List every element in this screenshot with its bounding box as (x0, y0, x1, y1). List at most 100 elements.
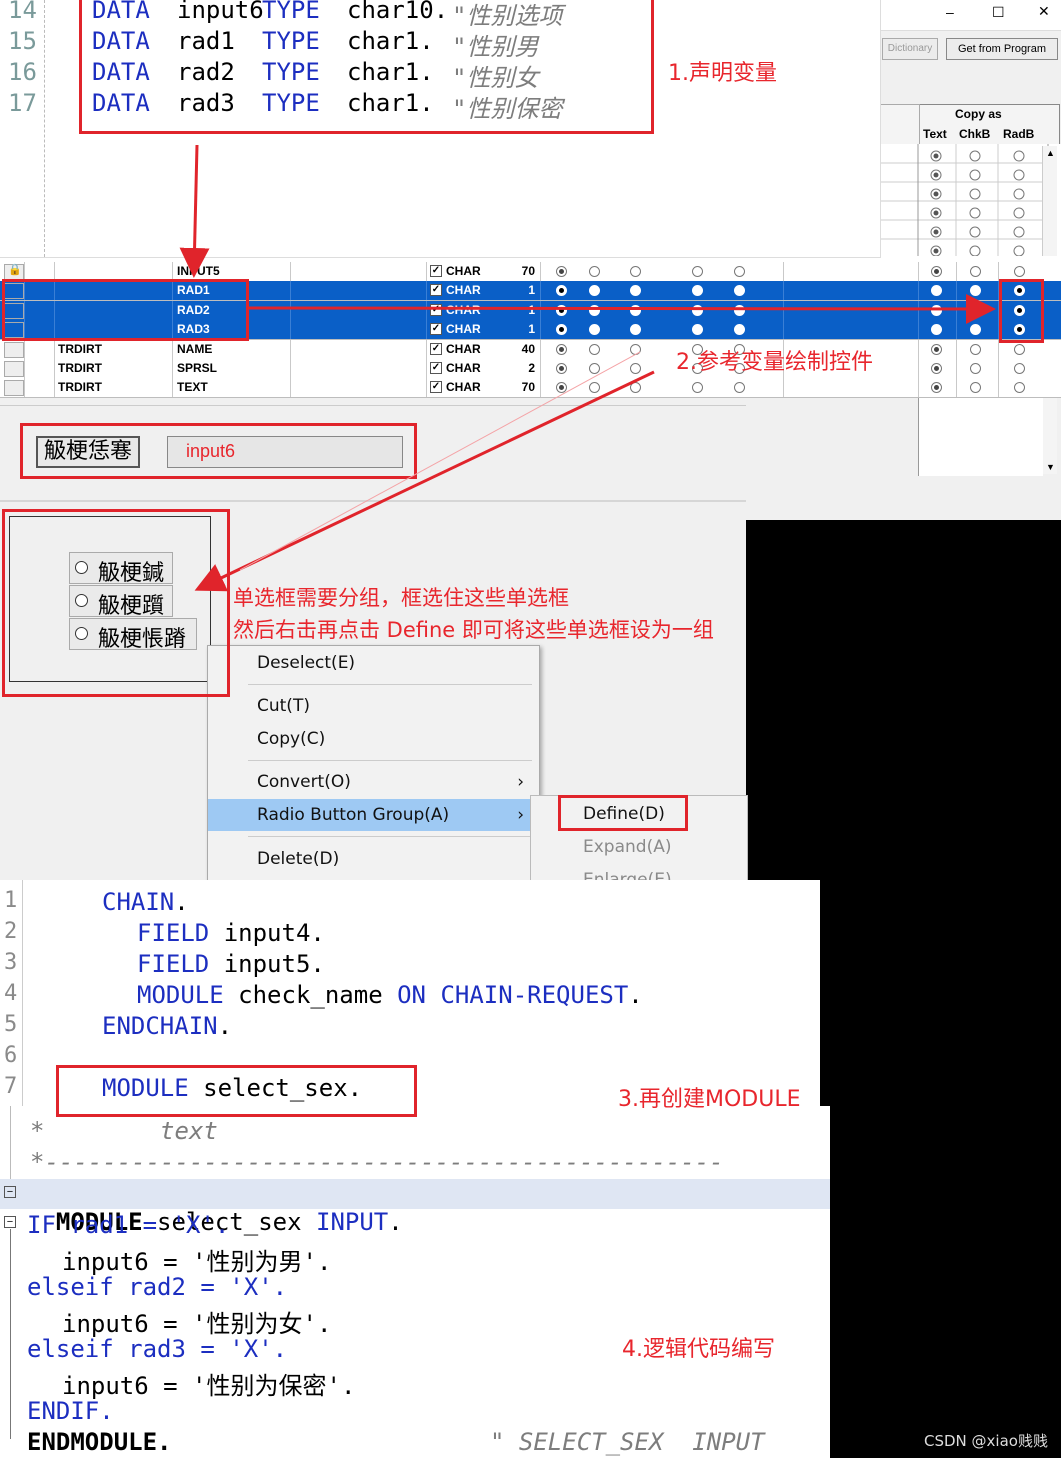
copy-as-radio-icon[interactable] (970, 382, 981, 394)
radio-icon[interactable] (589, 304, 600, 316)
menu-delete[interactable]: Delete(D) (208, 843, 538, 875)
column-divider (783, 281, 784, 301)
menu-copy[interactable]: Copy(C) (208, 723, 538, 755)
maximize-button[interactable]: ☐ (992, 4, 1005, 21)
close-button[interactable]: ✕ (1038, 3, 1050, 20)
radio-icon[interactable] (734, 304, 745, 316)
copy-as-radio-icon[interactable] (931, 382, 942, 394)
radio-icon[interactable] (630, 285, 641, 297)
menu-convert-label: Convert(O) (257, 772, 351, 792)
scroll-down-icon[interactable]: ▼ (1046, 462, 1055, 472)
checkbox-icon[interactable]: ✓ (430, 265, 442, 277)
copy-as-radio-icon[interactable] (931, 343, 942, 355)
grid-row[interactable]: TRDIRT NAME ✓ CHAR 40 (0, 339, 1061, 360)
column-divider (956, 262, 957, 281)
radio-icon[interactable] (692, 324, 703, 336)
radio-icon[interactable] (692, 285, 703, 297)
copy-as-radio-icon[interactable] (970, 363, 981, 374)
table-name: TRDIRT (58, 380, 102, 395)
radio-icon[interactable] (734, 266, 745, 277)
copy-as-radio-icon[interactable] (970, 304, 981, 316)
radio-icon[interactable] (589, 285, 600, 297)
column-divider (956, 339, 957, 359)
radio-icon[interactable] (692, 382, 703, 394)
radio-icon[interactable] (556, 304, 567, 316)
radio-icon[interactable] (734, 382, 745, 394)
menu-radio-button-group[interactable]: Radio Button Group(A) › (208, 799, 538, 831)
minimize-button[interactable]: – (946, 4, 954, 20)
copy-as-radio-icon[interactable] (931, 324, 942, 336)
highlight-input6-row (20, 423, 417, 479)
copy-as-radio-icon[interactable] (931, 304, 942, 316)
radio-icon[interactable] (630, 363, 641, 374)
line-number: 15 (8, 27, 37, 55)
column-divider (783, 262, 784, 281)
menu-separator (248, 684, 532, 685)
column-divider (783, 300, 784, 320)
radio-icon[interactable] (630, 324, 641, 336)
radio-icon[interactable] (692, 266, 703, 277)
radio-icon[interactable] (630, 343, 641, 355)
column-divider (918, 339, 919, 359)
radio-icon[interactable] (556, 285, 567, 297)
get-from-program-button[interactable]: Get from Program (946, 38, 1058, 60)
radio-icon[interactable] (692, 304, 703, 316)
copy-as-radio-icon[interactable] (1014, 266, 1025, 277)
copy-as-radio-icon[interactable] (970, 324, 981, 336)
field-type: CHAR (446, 283, 481, 298)
row-selector[interactable] (4, 341, 24, 358)
assign-line-2: input6 = '性别为女'. (62, 1310, 332, 1338)
checkbox-icon[interactable]: ✓ (430, 323, 442, 336)
menu-cut[interactable]: Cut(T) (208, 690, 538, 722)
copy-as-radio-icon[interactable] (1014, 343, 1025, 355)
radio-icon[interactable] (589, 343, 600, 355)
row-selector[interactable] (4, 361, 24, 377)
column-divider (426, 262, 427, 281)
column-divider (426, 300, 427, 320)
copy-as-radio-icon[interactable] (931, 363, 942, 374)
fold-toggle-icon[interactable]: − (4, 1186, 16, 1198)
radio-icon[interactable] (589, 382, 600, 394)
fold-toggle-icon[interactable]: − (4, 1216, 16, 1228)
field-length: 1 (528, 283, 535, 298)
column-divider (54, 378, 55, 398)
checkbox-icon[interactable]: ✓ (430, 362, 442, 374)
checkbox-icon[interactable]: ✓ (430, 303, 442, 316)
checkbox-icon[interactable]: ✓ (430, 284, 442, 297)
grid-row[interactable]: TRDIRT TEXT ✓ CHAR 70 (0, 378, 1061, 399)
radio-icon[interactable] (556, 266, 567, 277)
radio-icon[interactable] (734, 324, 745, 336)
code-line: CHAIN. (102, 888, 189, 916)
grid-row[interactable]: TRDIRT SPRSL ✓ CHAR 2 (0, 359, 1061, 379)
radio-icon[interactable] (589, 363, 600, 374)
radio-icon[interactable] (589, 324, 600, 336)
dictionary-button[interactable]: Dictionary (882, 38, 938, 60)
assign-line-3: input6 = '性别为保密'. (62, 1372, 356, 1400)
menu-radio-group-label: Radio Button Group(A) (257, 805, 450, 825)
checkbox-icon[interactable]: ✓ (430, 381, 442, 394)
radio-icon[interactable] (630, 382, 641, 394)
radio-icon[interactable] (556, 324, 567, 336)
copy-as-radio-icon[interactable] (970, 266, 981, 277)
radio-icon[interactable] (734, 285, 745, 297)
row-selector[interactable] (4, 380, 24, 397)
checkbox-icon[interactable]: ✓ (430, 342, 442, 355)
endmodule-comment: " SELECT_SEX INPUT (490, 1428, 765, 1456)
radio-icon[interactable] (630, 304, 641, 316)
menu-deselect[interactable]: Deselect(E) (208, 647, 538, 679)
radio-icon[interactable] (556, 382, 567, 394)
copy-as-radio-icon[interactable] (970, 285, 981, 297)
radio-icon[interactable] (556, 343, 567, 355)
menu-convert[interactable]: Convert(O) › (208, 766, 538, 798)
copy-as-radio-icon[interactable] (970, 343, 981, 355)
copy-as-radio-icon[interactable] (931, 285, 942, 297)
copy-as-radio-icon[interactable] (931, 266, 942, 277)
copy-as-radio-icon[interactable] (1014, 382, 1025, 394)
copy-as-radio-icon[interactable] (1014, 363, 1025, 374)
radio-icon[interactable] (589, 266, 600, 277)
radio-icon[interactable] (630, 266, 641, 277)
scroll-up-icon[interactable]: ▲ (1046, 148, 1055, 158)
col-radb: RadB (1003, 127, 1035, 141)
column-divider (918, 300, 919, 320)
radio-icon[interactable] (556, 363, 567, 374)
